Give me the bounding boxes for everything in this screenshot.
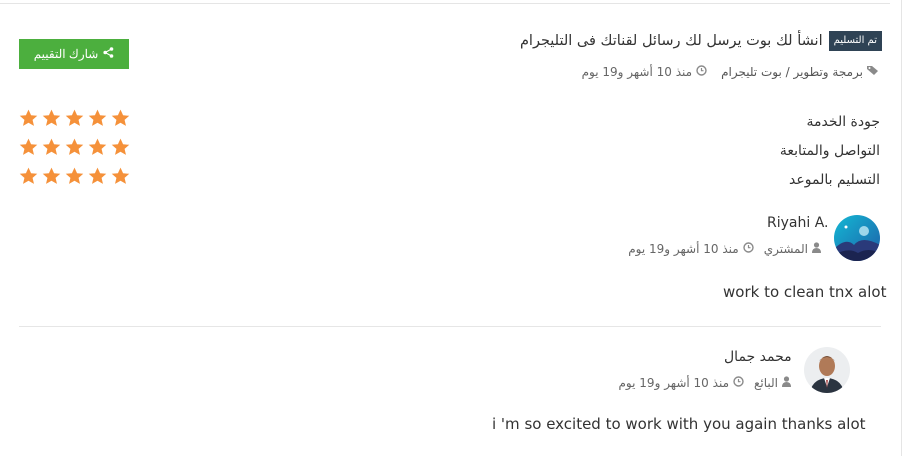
star-icon [65, 138, 84, 155]
reviews-divider [19, 326, 881, 327]
stars-delivery [19, 167, 130, 185]
project-title[interactable]: انشأ لك بوت يرسل لك رسائل لقناتك فى التل… [520, 33, 823, 49]
star-icon [19, 167, 38, 184]
rating-label-delivery: التسليم بالموعد [789, 172, 880, 188]
stars-quality [19, 109, 130, 127]
clock-icon [696, 65, 707, 79]
project-title-row: تم التسليم انشأ لك بوت يرسل لك رسائل لقن… [520, 31, 882, 51]
star-icon [19, 138, 38, 155]
rating-label-communication: التواصل والمتابعة [779, 143, 880, 159]
stars-communication [19, 138, 130, 156]
project-time: منذ 10 أشهر و19 يوم [581, 65, 693, 79]
review-time: منذ 10 أشهر و19 يوم [618, 376, 730, 390]
star-icon [111, 109, 130, 126]
user-icon [812, 242, 821, 256]
star-icon [88, 167, 107, 184]
reviewer-meta: المشتري منذ 10 أشهر و19 يوم [628, 242, 821, 256]
review-comment: i 'm so excited to work with you again t… [492, 415, 866, 433]
star-icon [65, 167, 84, 184]
share-icon [103, 47, 114, 61]
review-time: منذ 10 أشهر و19 يوم [628, 242, 739, 256]
avatar[interactable] [804, 347, 850, 393]
reviewer-meta: البائع منذ 10 أشهر و19 يوم [618, 376, 791, 390]
reviewer-role: البائع [754, 376, 778, 390]
star-icon [65, 109, 84, 126]
reviewer-role: المشتري [763, 242, 808, 256]
tag-icon [867, 65, 880, 79]
share-rating-button[interactable]: شارك التقييم [19, 39, 129, 69]
top-divider [0, 3, 890, 4]
star-icon [42, 109, 61, 126]
star-icon [19, 109, 38, 126]
star-icon [88, 109, 107, 126]
clock-icon [733, 376, 744, 390]
rating-label-quality: جودة الخدمة [806, 114, 880, 130]
star-icon [42, 138, 61, 155]
category-link[interactable]: برمجة وتطوير / بوت تليجرام [721, 65, 863, 79]
reviewer-name[interactable]: Riyahi A. [767, 215, 828, 231]
star-icon [111, 138, 130, 155]
user-icon [782, 376, 791, 390]
status-badge: تم التسليم [828, 31, 882, 51]
project-meta: برمجة وتطوير / بوت تليجرام منذ 10 أشهر و… [582, 65, 880, 79]
avatar[interactable] [834, 215, 880, 261]
star-icon [42, 167, 61, 184]
review-comment: work to clean tnx alot [723, 283, 887, 301]
star-icon [111, 167, 130, 184]
clock-icon [743, 242, 754, 256]
share-button-label: شارك التقييم [33, 47, 99, 61]
star-icon [88, 138, 107, 155]
reviewer-name[interactable]: محمد جمال [724, 349, 792, 365]
